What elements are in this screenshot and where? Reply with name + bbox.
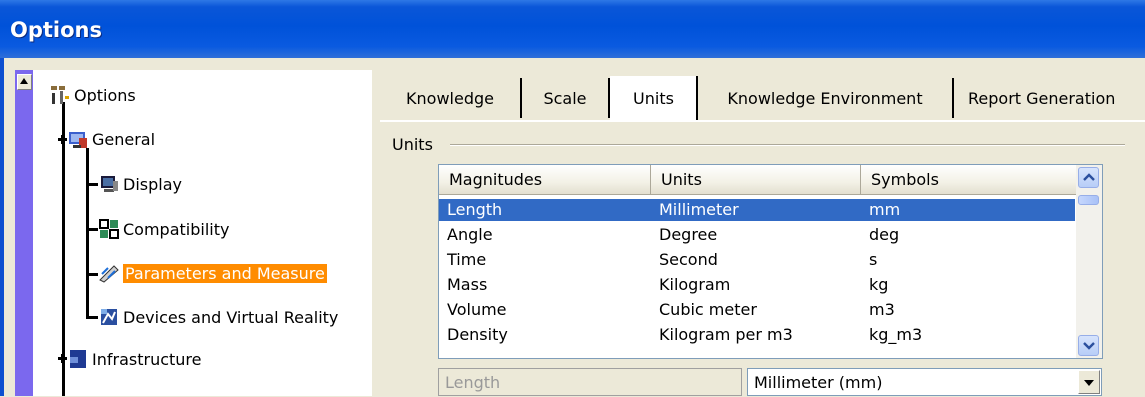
cell-symbol: deg: [869, 225, 900, 244]
cell-unit: Millimeter: [659, 200, 739, 219]
cell-magnitude: Length: [447, 200, 503, 219]
cell-symbol: m3: [869, 300, 895, 319]
window-frame: [0, 58, 4, 396]
cell-unit: Kilogram: [659, 275, 731, 294]
tree-line: [62, 102, 65, 396]
tab-divider: [380, 120, 1145, 122]
tab-units[interactable]: Units: [610, 76, 698, 120]
tree-line: [86, 148, 89, 318]
column-header-units[interactable]: Units: [651, 165, 861, 195]
tab-label: Scale: [543, 88, 587, 108]
tree-item-infrastructure[interactable]: Infrastructure: [67, 348, 201, 370]
group-border: [450, 144, 1125, 146]
cell-symbol: kg_m3: [869, 325, 923, 344]
parameters-icon: [98, 262, 120, 284]
table-header: Magnitudes Units Symbols: [439, 165, 1077, 195]
table-scrollbar[interactable]: [1076, 165, 1102, 358]
scroll-up-button[interactable]: [1078, 167, 1099, 188]
tab-label: Knowledge Environment: [727, 88, 923, 108]
general-icon: [67, 128, 89, 150]
scroll-thumb[interactable]: [1078, 195, 1099, 205]
tree-item-general[interactable]: General: [67, 128, 155, 150]
tab-label: Knowledge: [406, 88, 494, 108]
cell-symbol: kg: [869, 275, 889, 294]
tree-label: Display: [123, 174, 182, 194]
cell-magnitude: Mass: [447, 275, 488, 294]
tree-item-devices-and-virtual-reality[interactable]: Devices and Virtual Reality: [98, 306, 338, 328]
magnitude-field: Length: [438, 368, 742, 396]
tab-label: Units: [633, 88, 674, 108]
cell-symbol: s: [869, 250, 878, 269]
table-row[interactable]: Density Kilogram per m3 kg_m3: [439, 324, 1075, 346]
display-icon: [98, 173, 120, 195]
cell-magnitude: Angle: [447, 225, 493, 244]
tab-knowledge[interactable]: Knowledge: [380, 78, 522, 118]
title-bar[interactable]: Options: [0, 0, 1145, 58]
cell-magnitude: Time: [447, 250, 487, 269]
column-header-symbols[interactable]: Symbols: [861, 165, 1077, 195]
tree-line: [86, 228, 98, 231]
dropdown-arrow-icon[interactable]: [1078, 370, 1100, 394]
tree-label: Options: [74, 85, 136, 105]
cell-magnitude: Volume: [447, 300, 507, 319]
window-title: Options: [10, 18, 102, 42]
tab-scale[interactable]: Scale: [522, 78, 610, 118]
cell-unit: Degree: [659, 225, 718, 244]
cell-unit: Cubic meter: [659, 300, 757, 319]
table-row[interactable]: Mass Kilogram kg: [439, 274, 1075, 296]
tree-item-compatibility[interactable]: Compatibility: [98, 218, 229, 240]
chevron-up-icon: [1083, 173, 1095, 181]
unit-select[interactable]: Millimeter (mm): [747, 368, 1102, 396]
tree-label: Compatibility: [123, 219, 230, 239]
tab-label: Report Generation: [968, 88, 1116, 108]
cell-magnitude: Density: [447, 325, 508, 344]
tree-label: General: [92, 129, 156, 149]
scroll-up-icon[interactable]: [17, 74, 32, 90]
tree-line: [86, 316, 98, 319]
tab-report-generation[interactable]: Report Generation: [954, 78, 1145, 118]
table-row[interactable]: Length Millimeter mm: [439, 199, 1075, 221]
tree-line: [86, 273, 98, 276]
tree-label: Parameters and Measure: [123, 263, 327, 283]
scroll-down-button[interactable]: [1078, 335, 1099, 356]
options-tree[interactable]: Options General Display Compatibility Pa…: [15, 70, 372, 396]
chevron-down-icon: [1083, 342, 1095, 350]
column-header-magnitudes[interactable]: Magnitudes: [439, 165, 651, 195]
tree-item-parameters-and-measure[interactable]: Parameters and Measure: [98, 262, 327, 284]
table-row[interactable]: Time Second s: [439, 249, 1075, 271]
table-row[interactable]: Angle Degree deg: [439, 224, 1075, 246]
tree-root-options[interactable]: Options: [49, 84, 136, 106]
units-group-title: Units: [392, 135, 439, 154]
compatibility-icon: [98, 218, 120, 240]
cell-symbol: mm: [869, 200, 901, 219]
units-table[interactable]: Magnitudes Units Symbols Length Millimet…: [438, 164, 1103, 359]
table-row[interactable]: Volume Cubic meter m3: [439, 299, 1075, 321]
tree-item-display[interactable]: Display: [98, 173, 182, 195]
expand-icon[interactable]: [58, 135, 67, 144]
tree-label: Infrastructure: [92, 349, 202, 369]
infrastructure-icon: [67, 348, 89, 370]
devices-icon: [98, 306, 120, 328]
unit-select-value: Millimeter (mm): [754, 373, 883, 392]
tree-line: [86, 183, 98, 186]
cell-unit: Kilogram per m3: [659, 325, 793, 344]
tree-label: Devices and Virtual Reality: [123, 307, 339, 327]
expand-icon[interactable]: [58, 354, 67, 363]
tab-knowledge-environment[interactable]: Knowledge Environment: [698, 78, 954, 118]
tree-scrollbar[interactable]: [15, 70, 33, 396]
options-icon: [49, 84, 71, 106]
cell-unit: Second: [659, 250, 718, 269]
